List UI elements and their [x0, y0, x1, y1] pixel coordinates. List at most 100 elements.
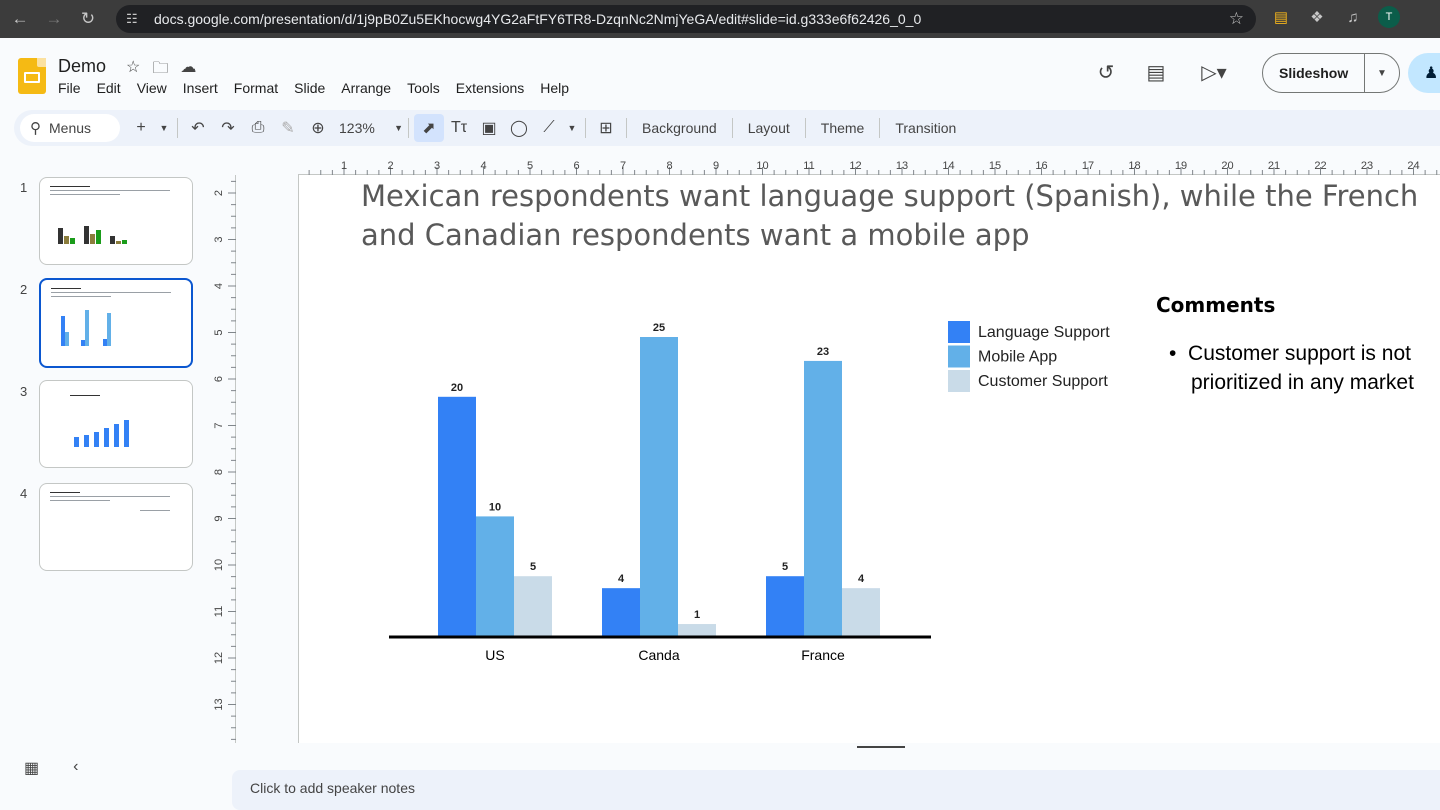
puzzle-icon[interactable]: ❖ [1306, 6, 1328, 28]
data-label: 5 [530, 561, 536, 573]
forward-icon[interactable]: → [40, 5, 68, 33]
shape-icon[interactable]: ◯ [504, 114, 534, 142]
comment-bullet-text: Customer support is not prioritized in a… [1188, 342, 1414, 394]
site-settings-icon[interactable]: ☷ [126, 11, 142, 27]
menu-tools[interactable]: Tools [407, 80, 440, 96]
ruler-label: 9 [713, 160, 719, 172]
slide-canvas[interactable]: Mexican respondents want language suppor… [298, 175, 1440, 743]
slideshow-button[interactable]: Slideshow ▼ [1262, 53, 1400, 93]
ruler-label: 24 [1407, 160, 1419, 172]
comments-heading[interactable]: Comments [1156, 293, 1275, 317]
slide-thumbnail-2[interactable] [39, 278, 193, 368]
share-people-icon: ♟ [1424, 65, 1439, 82]
grid-view-icon[interactable]: ▦ [24, 758, 39, 778]
menu-slide[interactable]: Slide [294, 80, 325, 96]
slide-thumbnail-4[interactable] [39, 483, 193, 571]
menu-arrange[interactable]: Arrange [341, 80, 391, 96]
reload-icon[interactable]: ↻ [74, 5, 102, 33]
line-icon[interactable]: ⟋ [534, 114, 564, 142]
legend-label: Customer Support [978, 373, 1108, 390]
chart-extension-icon[interactable]: ▤ [1270, 6, 1292, 28]
ruler-label: 1 [341, 160, 347, 172]
ruler-label: 15 [989, 160, 1001, 172]
zoom-icon[interactable]: ⊕ [303, 114, 333, 142]
version-history-icon[interactable]: ↺ [1092, 58, 1120, 86]
background-button[interactable]: Background [632, 120, 727, 136]
collapse-panel-icon[interactable]: ‹ [73, 758, 78, 778]
horizontal-ruler[interactable]: 1 2 3 4 5 6 7 8 9 10 11 12 13 14 15 16 17 18 19 20 21 22 23 24 [298, 155, 1440, 175]
ruler-label: 23 [1361, 160, 1373, 172]
profile-avatar[interactable]: T [1378, 6, 1400, 28]
back-icon[interactable]: ← [6, 5, 34, 33]
menus-search[interactable]: ⚲ Menus [20, 114, 120, 142]
bookmark-star-icon[interactable]: ☆ [1229, 9, 1244, 29]
comments-icon[interactable]: ▤ [1142, 58, 1170, 86]
ruler-label: 10 [213, 559, 225, 571]
slide-thumbnail-3[interactable] [39, 380, 193, 468]
line-dropdown-icon[interactable]: ▼ [564, 114, 580, 142]
new-slide-icon[interactable]: + [126, 114, 156, 142]
theme-button[interactable]: Theme [811, 120, 875, 136]
slideshow-dropdown-icon[interactable]: ▼ [1365, 68, 1399, 79]
menu-format[interactable]: Format [234, 80, 278, 96]
speaker-notes[interactable]: Click to add speaker notes [232, 770, 1440, 810]
ruler-label: 14 [942, 160, 954, 172]
toolbar-divider [408, 118, 409, 138]
bar-france-0 [766, 576, 804, 636]
media-icon[interactable]: ♫ [1342, 6, 1364, 28]
extensions-area: ▤ ❖ ♫ T [1270, 6, 1400, 28]
print-icon[interactable]: ⎙ [243, 114, 273, 142]
ruler-label: 16 [1035, 160, 1047, 172]
menu-help[interactable]: Help [540, 80, 569, 96]
slide-number: 2 [20, 282, 28, 297]
slideshow-label[interactable]: Slideshow [1263, 54, 1365, 92]
slides-logo[interactable] [18, 58, 46, 94]
data-label: 1 [694, 609, 700, 621]
add-comment-icon[interactable]: ⊞ [591, 114, 621, 142]
ruler-label: 6 [213, 376, 225, 382]
ruler-label: 10 [756, 160, 768, 172]
ruler-label: 7 [620, 160, 626, 172]
ruler-label: 12 [213, 652, 225, 664]
redo-icon[interactable]: ↷ [213, 114, 243, 142]
ruler-label: 3 [434, 160, 440, 172]
data-label: 10 [489, 501, 501, 513]
slide-thumbnail-1[interactable] [39, 177, 193, 265]
browser-toolbar: ← → ↻ ☷ docs.google.com/presentation/d/1… [0, 0, 1440, 38]
new-slide-dropdown-icon[interactable]: ▼ [156, 114, 172, 142]
menu-insert[interactable]: Insert [183, 80, 218, 96]
bar-chart[interactable]: 20 10 5 US 4 25 1 Canda 5 23 4 France Language Suppo… [299, 175, 1440, 743]
ruler-label: 4 [480, 160, 486, 172]
transition-button[interactable]: Transition [885, 120, 966, 136]
category-label: France [801, 647, 845, 663]
vertical-ruler[interactable]: 2 3 4 5 6 7 8 9 10 11 12 13 [210, 175, 236, 743]
menu-file[interactable]: File [58, 80, 81, 96]
text-box-icon[interactable]: Tτ [444, 114, 474, 142]
view-controls: ▦ ‹ [24, 758, 78, 778]
comment-bullet[interactable]: • Customer support is not prioritized in… [1169, 339, 1419, 397]
toolbar-divider [585, 118, 586, 138]
meet-video-icon[interactable]: ▷▾ [1192, 58, 1236, 86]
layout-button[interactable]: Layout [738, 120, 800, 136]
paint-format-icon[interactable]: ✎ [273, 114, 303, 142]
menu-view[interactable]: View [137, 80, 167, 96]
menus-label: Menus [49, 120, 92, 136]
insert-image-icon[interactable]: ▣ [474, 114, 504, 142]
ruler-label: 8 [666, 160, 672, 172]
document-title[interactable]: Demo [58, 56, 106, 77]
speaker-notes-placeholder: Click to add speaker notes [250, 780, 415, 796]
notes-resize-handle[interactable] [857, 746, 905, 748]
share-button[interactable]: ♟ [1408, 53, 1440, 93]
ruler-label: 6 [573, 160, 579, 172]
ruler-label: 11 [213, 606, 225, 617]
search-icon: ⚲ [30, 120, 41, 137]
undo-icon[interactable]: ↶ [183, 114, 213, 142]
select-cursor-icon[interactable]: ⬈ [414, 114, 444, 142]
legend-label: Mobile App [978, 349, 1057, 366]
zoom-select[interactable]: 123% ▼ [333, 120, 403, 136]
ruler-label: 11 [803, 160, 814, 172]
ruler-label: 2 [387, 160, 393, 172]
menu-extensions[interactable]: Extensions [456, 80, 524, 96]
menu-edit[interactable]: Edit [97, 80, 121, 96]
address-bar[interactable]: ☷ docs.google.com/presentation/d/1j9pB0Z… [116, 5, 1256, 33]
